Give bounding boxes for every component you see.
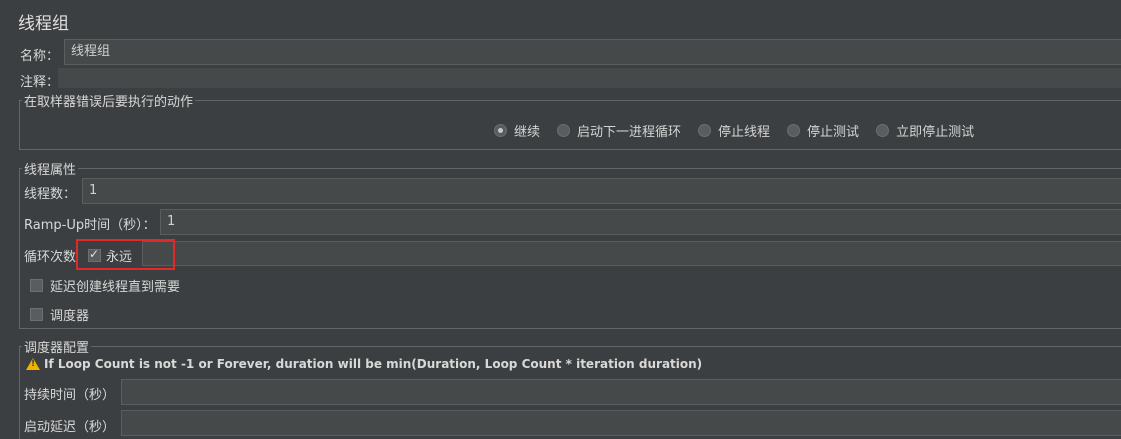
startup-delay-input[interactable] — [121, 410, 1121, 436]
radio-continue[interactable]: 继续 — [494, 121, 540, 140]
radio-label: 继续 — [514, 125, 541, 140]
delay-label: 延迟创建线程直到需要 — [50, 280, 181, 295]
radio-dot — [876, 124, 890, 137]
radio-stop-test-now[interactable]: 立即停止测试 — [876, 121, 974, 140]
name-label: 名称： — [20, 49, 60, 64]
radio-label: 立即停止测试 — [896, 125, 975, 140]
thread-properties-legend: 线程属性 — [24, 163, 77, 178]
comment-label: 注释： — [20, 75, 60, 90]
radio-dot — [787, 124, 801, 137]
scheduler-checkbox[interactable]: 调度器 — [30, 305, 89, 324]
radio-label: 停止测试 — [807, 125, 860, 140]
warning-icon — [26, 358, 40, 370]
sampler-error-options: 继续 启动下一进程循环 停止线程 停止测试 立即停止测试 — [494, 121, 991, 140]
rampup-label: Ramp-Up时间（秒）： — [24, 218, 156, 233]
rampup-input[interactable]: 1 — [160, 209, 1121, 235]
loop-count-label: 循环次数 — [24, 250, 77, 265]
thread-count-input[interactable]: 1 — [82, 178, 1121, 204]
scheduler-label: 调度器 — [50, 309, 90, 324]
scheduler-config-legend: 调度器配置 — [24, 341, 90, 356]
radio-stop-test[interactable]: 停止测试 — [787, 121, 859, 140]
name-input[interactable]: 线程组 — [64, 39, 1121, 65]
radio-dot-selected — [494, 124, 507, 137]
duration-input[interactable] — [121, 379, 1121, 405]
startup-delay-label: 启动延迟（秒） — [24, 420, 116, 435]
checkbox-icon — [30, 308, 43, 321]
radio-label: 启动下一进程循环 — [577, 125, 682, 140]
loop-count-input[interactable] — [142, 241, 1121, 266]
radio-dot — [698, 124, 712, 137]
sampler-error-legend: 在取样器错误后要执行的动作 — [24, 95, 194, 110]
radio-label: 停止线程 — [718, 125, 771, 140]
checkbox-checked-icon — [88, 247, 101, 262]
duration-label: 持续时间（秒） — [24, 388, 116, 403]
thread-count-label: 线程数： — [24, 187, 77, 202]
radio-stop-thread[interactable]: 停止线程 — [698, 121, 770, 140]
radio-start-next-loop[interactable]: 启动下一进程循环 — [557, 121, 681, 140]
panel-title: 线程组 — [18, 14, 69, 34]
warning-text: If Loop Count is not -1 or Forever, dura… — [44, 357, 703, 371]
forever-checkbox[interactable]: 永远 — [88, 246, 132, 265]
delay-thread-creation-checkbox[interactable]: 延迟创建线程直到需要 — [30, 276, 180, 295]
checkbox-icon — [30, 279, 43, 292]
comment-input[interactable] — [58, 68, 1121, 88]
forever-label: 永远 — [106, 250, 133, 265]
radio-dot — [557, 124, 571, 137]
scheduler-warning: If Loop Count is not -1 or Forever, dura… — [26, 357, 702, 371]
